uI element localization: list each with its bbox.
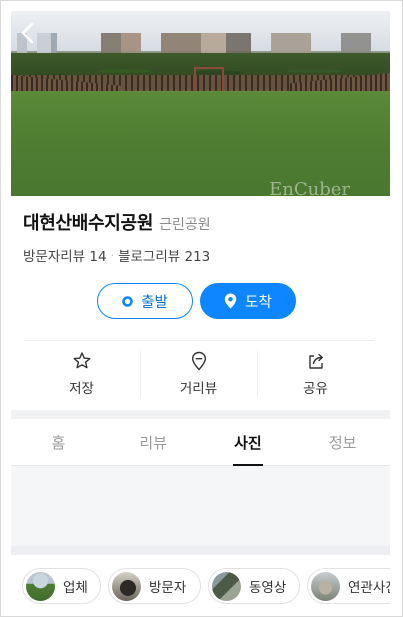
tab-review[interactable]: 리뷰 <box>106 419 201 465</box>
route-start-button[interactable]: 출발 <box>97 283 193 319</box>
chip-video-label: 동영상 <box>249 580 287 596</box>
chip-visitor-thumbnail <box>112 571 141 601</box>
action-row: 저장 거리뷰 공유 <box>23 341 374 407</box>
share-button[interactable]: 공유 <box>257 341 374 407</box>
place-title-row: 대현산배수지공원 근린공원 <box>23 209 211 237</box>
start-point-icon <box>122 295 133 307</box>
photo-placeholder-area <box>11 466 390 546</box>
chip-video[interactable]: 동영상 <box>208 568 300 604</box>
chip-related-label: 연관사진 <box>348 580 390 596</box>
destination-pin-icon <box>224 293 237 309</box>
street-view-label: 거리뷰 <box>179 381 218 397</box>
route-arrive-label: 도착 <box>245 294 272 311</box>
tab-bar: 홈 리뷰 사진 정보 <box>11 419 390 466</box>
route-arrive-button[interactable]: 도착 <box>200 283 296 319</box>
tab-home[interactable]: 홈 <box>11 419 106 465</box>
share-label: 공유 <box>303 381 328 397</box>
chip-business-thumbnail <box>26 571 55 601</box>
blog-reviews-link[interactable]: 블로그리뷰 213 <box>118 245 210 265</box>
stats-separator: · <box>110 248 115 262</box>
tab-photo[interactable]: 사진 <box>201 419 296 466</box>
visitor-reviews-link[interactable]: 방문자리뷰 14 <box>23 245 107 265</box>
save-button[interactable]: 저장 <box>23 341 140 407</box>
chevron-left-icon <box>21 22 34 44</box>
blog-reviews-count: 213 <box>184 249 211 265</box>
chip-related[interactable]: 연관사진 <box>307 568 390 604</box>
visitor-reviews-count: 14 <box>89 249 107 265</box>
photo-filter-chips: 업체 방문자 동영상 연관사진 <box>22 568 390 604</box>
section-gap <box>11 410 390 419</box>
section-gap-2 <box>11 546 390 555</box>
route-start-label: 출발 <box>141 294 168 311</box>
back-button[interactable] <box>16 20 42 46</box>
save-label: 저장 <box>69 381 94 397</box>
chip-business-label: 업체 <box>63 580 88 596</box>
chip-related-thumbnail <box>311 571 340 601</box>
street-view-button[interactable]: 거리뷰 <box>140 341 257 407</box>
visitor-reviews-label: 방문자리뷰 <box>23 249 86 265</box>
chip-video-thumbnail <box>212 571 241 601</box>
hero-photo[interactable]: EnCuber <box>11 11 390 196</box>
star-icon <box>73 352 90 369</box>
place-name: 대현산배수지공원 <box>23 213 154 234</box>
photo-watermark: EnCuber <box>269 179 350 196</box>
place-category: 근린공원 <box>159 217 211 233</box>
review-stats: 방문자리뷰 14 · 블로그리뷰 213 <box>23 245 210 266</box>
blog-reviews-label: 블로그리뷰 <box>118 249 181 265</box>
hero-gate <box>194 67 224 91</box>
tab-info[interactable]: 정보 <box>295 419 390 465</box>
location-pin-icon <box>191 351 206 371</box>
chip-business[interactable]: 업체 <box>22 568 101 604</box>
chip-visitor-label: 방문자 <box>149 580 187 596</box>
share-icon <box>308 353 323 369</box>
chip-visitor[interactable]: 방문자 <box>108 568 201 604</box>
